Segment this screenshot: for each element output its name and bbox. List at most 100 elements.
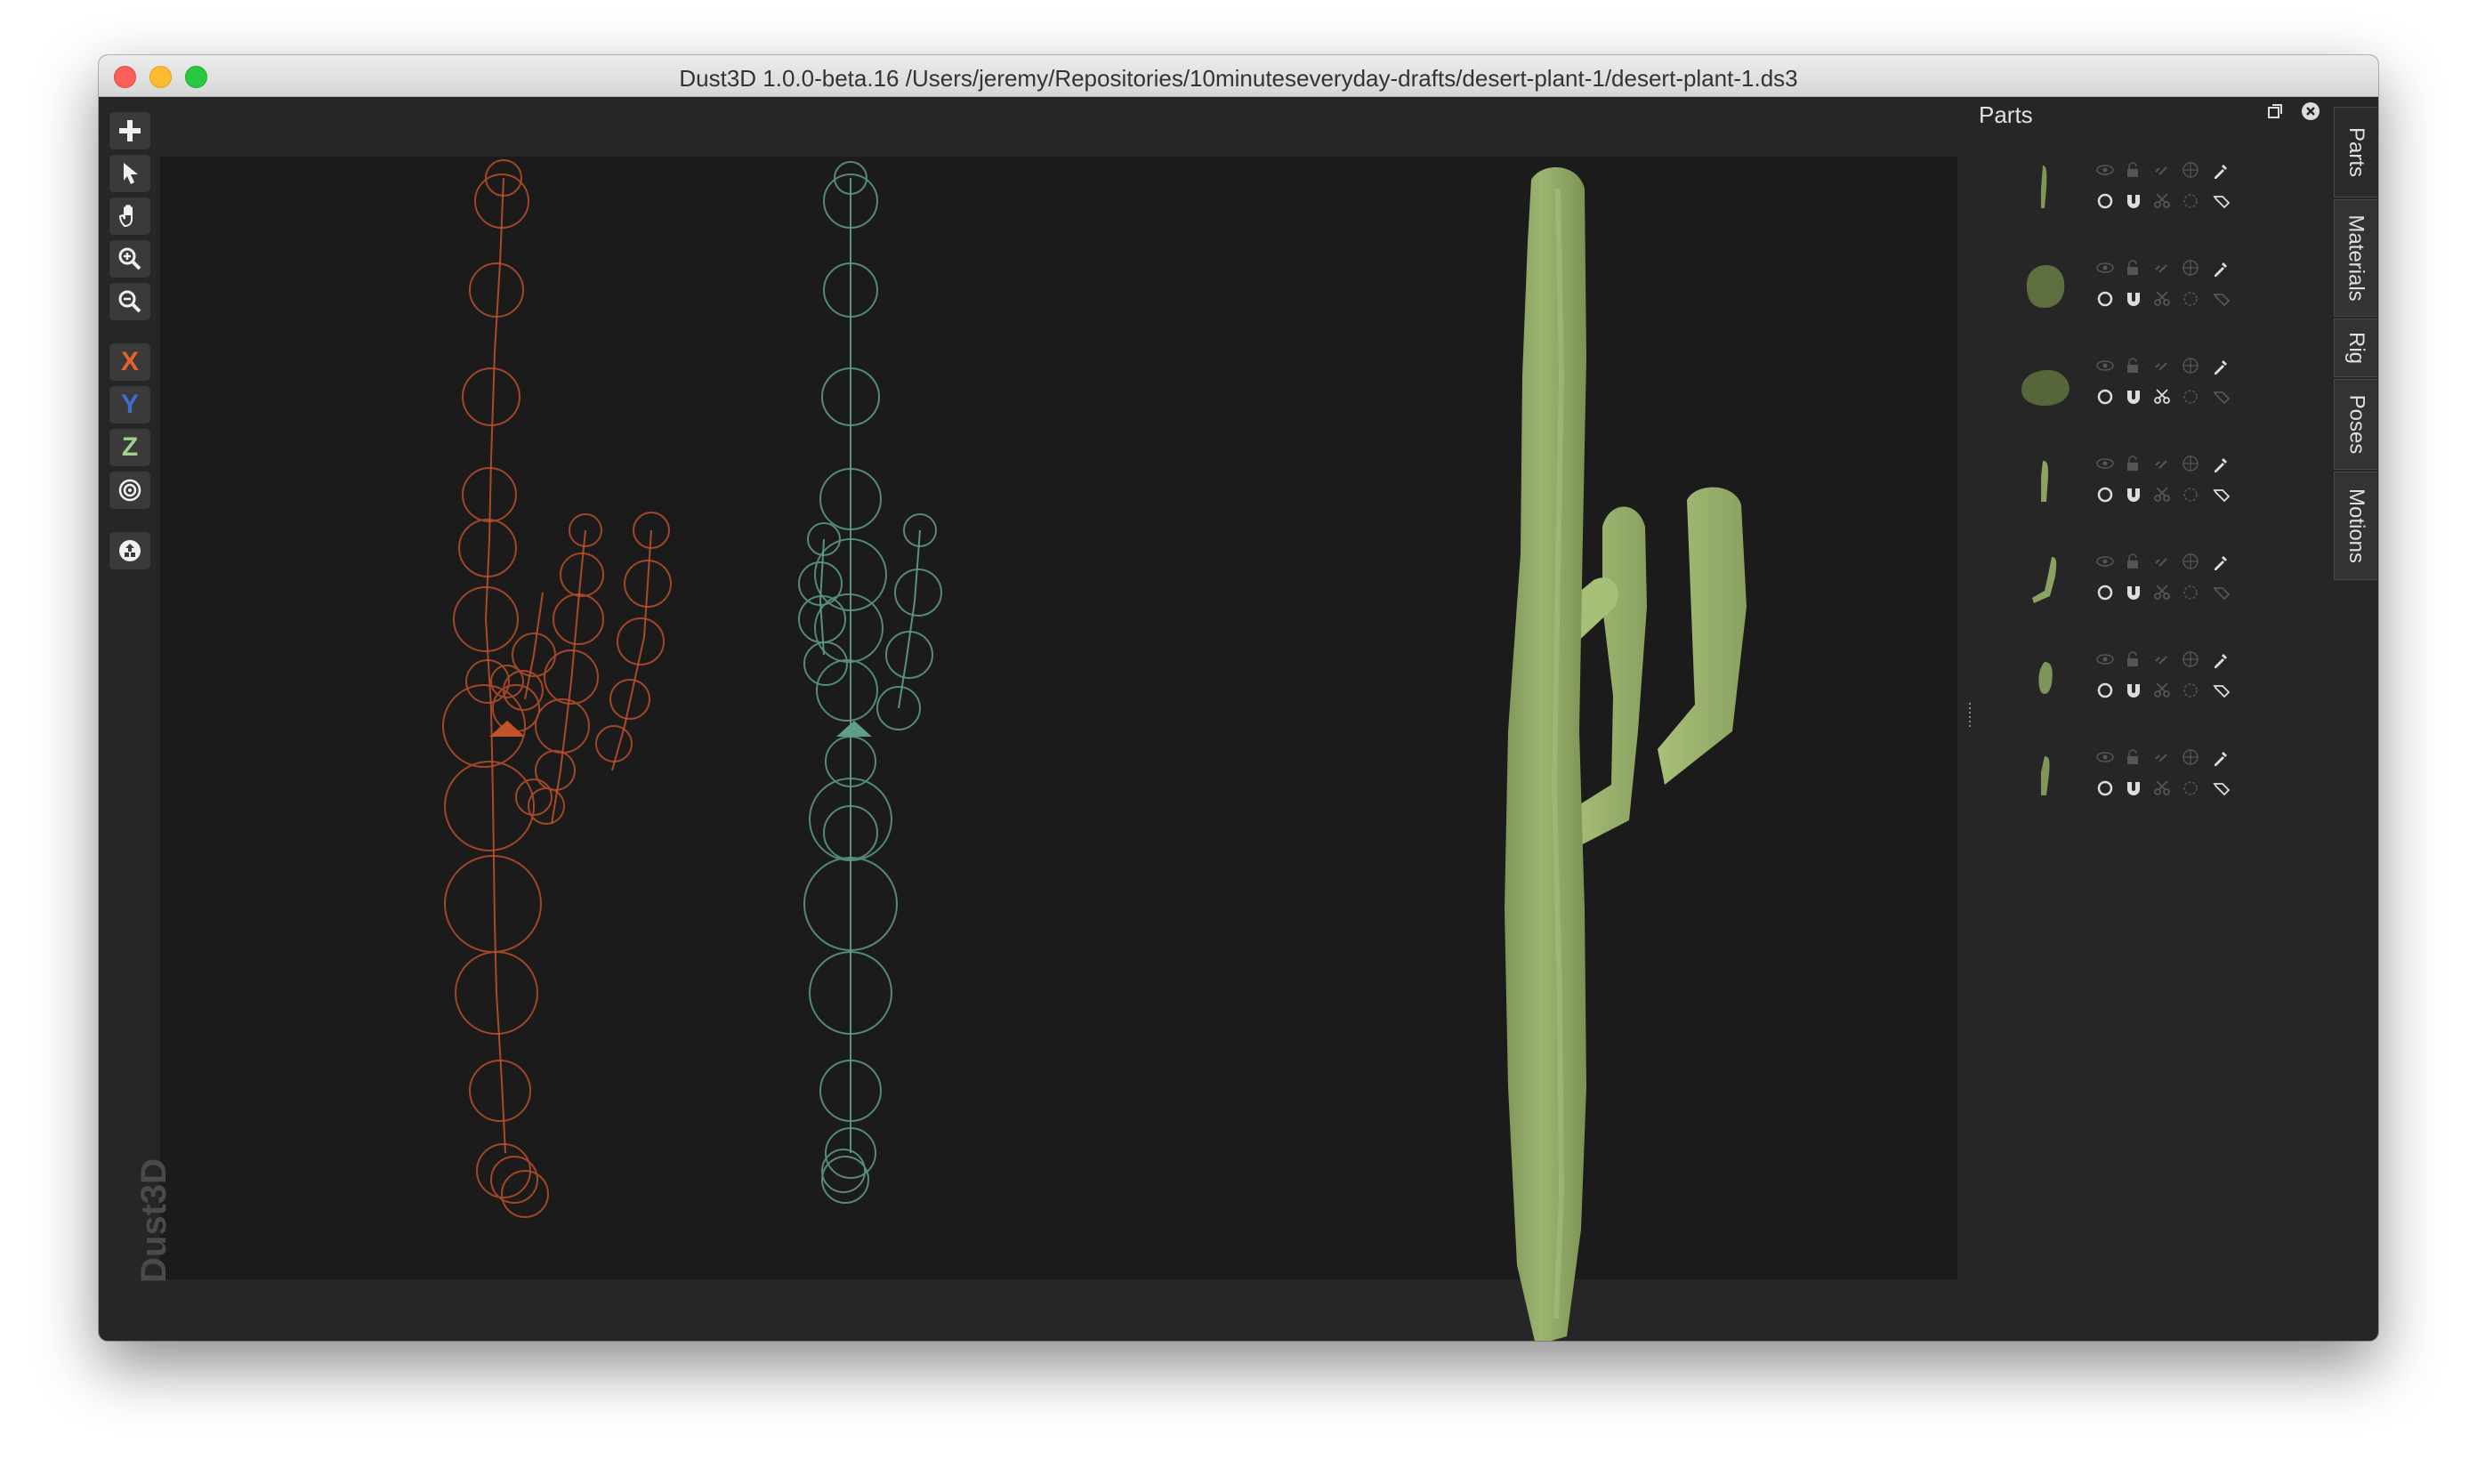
chamfer-icon[interactable] — [2212, 192, 2231, 210]
x-axis-lock-button[interactable]: X — [109, 343, 150, 381]
color-picker-icon[interactable] — [2212, 162, 2230, 180]
zoom-in-button[interactable] — [109, 240, 150, 278]
link-icon[interactable] — [2153, 162, 2169, 178]
part-row[interactable] — [1991, 642, 2378, 731]
link-icon[interactable] — [2153, 456, 2169, 472]
mesh-icon[interactable] — [2182, 651, 2199, 667]
visibility-eye-icon[interactable] — [2096, 749, 2114, 765]
panel-splitter[interactable] — [1967, 703, 1973, 730]
rotate-icon[interactable] — [2182, 388, 2199, 406]
add-node-button[interactable] — [109, 112, 150, 149]
front-node[interactable] — [803, 641, 848, 686]
link-icon[interactable] — [2153, 553, 2169, 569]
tab-motions[interactable]: Motions — [2334, 472, 2377, 580]
rotate-icon[interactable] — [2182, 486, 2199, 504]
tab-materials[interactable]: Materials — [2334, 199, 2377, 317]
visibility-eye-icon[interactable] — [2096, 358, 2114, 374]
side-view-circles[interactable] — [442, 159, 672, 1218]
part-thumbnail-flat-rock[interactable] — [2009, 349, 2080, 420]
pan-tool-button[interactable] — [109, 198, 150, 235]
restore-icon[interactable] — [2265, 101, 2285, 121]
visibility-eye-icon[interactable] — [2096, 553, 2114, 569]
tab-poses[interactable]: Poses — [2334, 379, 2377, 470]
part-row[interactable] — [1991, 251, 2378, 340]
close-icon[interactable] — [2301, 101, 2320, 121]
subdivide-circle-icon[interactable] — [2096, 779, 2114, 797]
tab-parts[interactable]: Parts — [2334, 107, 2377, 198]
rotate-icon[interactable] — [2182, 584, 2199, 601]
radius-lock-button[interactable] — [109, 472, 150, 509]
color-picker-icon[interactable] — [2212, 553, 2230, 571]
part-thumbnail-round-rock[interactable] — [2009, 251, 2080, 322]
lock-icon[interactable] — [2125, 358, 2141, 374]
scissors-icon[interactable] — [2153, 192, 2171, 210]
mesh-icon[interactable] — [2182, 553, 2199, 569]
front-node[interactable] — [894, 569, 942, 617]
mesh-icon[interactable] — [2182, 456, 2199, 472]
z-axis-lock-button[interactable]: Z — [109, 429, 150, 466]
mirror-magnet-icon[interactable] — [2125, 388, 2142, 406]
part-row[interactable] — [1991, 740, 2378, 829]
side-node[interactable] — [444, 855, 542, 953]
side-node[interactable] — [469, 1060, 531, 1122]
mesh-icon[interactable] — [2182, 749, 2199, 765]
side-origin-marker[interactable] — [489, 721, 525, 737]
mirror-magnet-icon[interactable] — [2125, 682, 2142, 699]
part-thumbnail-short-arm[interactable] — [2009, 447, 2080, 518]
side-node[interactable] — [617, 617, 665, 665]
subdivide-circle-icon[interactable] — [2096, 192, 2114, 210]
part-row[interactable] — [1991, 349, 2378, 438]
part-thumbnail-bud[interactable] — [2009, 642, 2080, 714]
zoom-out-button[interactable] — [109, 283, 150, 320]
mesh-icon[interactable] — [2182, 358, 2199, 374]
lock-icon[interactable] — [2125, 553, 2141, 569]
subdivide-circle-icon[interactable] — [2096, 388, 2114, 406]
chamfer-icon[interactable] — [2212, 779, 2231, 797]
front-view-nodes[interactable] — [819, 178, 921, 1153]
mesh-icon[interactable] — [2182, 162, 2199, 178]
part-row[interactable] — [1991, 447, 2378, 536]
scissors-icon[interactable] — [2153, 388, 2171, 406]
scissors-icon[interactable] — [2153, 779, 2171, 797]
rotate-icon[interactable] — [2182, 682, 2199, 699]
side-node[interactable] — [535, 750, 576, 791]
side-node[interactable] — [595, 725, 633, 762]
subdivide-circle-icon[interactable] — [2096, 290, 2114, 308]
chamfer-icon[interactable] — [2212, 388, 2231, 406]
color-picker-icon[interactable] — [2212, 358, 2230, 375]
color-picker-icon[interactable] — [2212, 456, 2230, 473]
part-row[interactable] — [1991, 544, 2378, 633]
chamfer-icon[interactable] — [2212, 486, 2231, 504]
scissors-icon[interactable] — [2153, 682, 2171, 699]
y-axis-lock-button[interactable]: Y — [109, 386, 150, 423]
scissors-icon[interactable] — [2153, 290, 2171, 308]
lock-icon[interactable] — [2125, 162, 2141, 178]
subdivide-circle-icon[interactable] — [2096, 584, 2114, 601]
model-preview[interactable] — [1344, 109, 1807, 1341]
side-node[interactable] — [462, 367, 520, 426]
front-origin-marker[interactable] — [836, 721, 872, 737]
link-icon[interactable] — [2153, 651, 2169, 667]
chamfer-icon[interactable] — [2212, 290, 2231, 308]
mesh-icon[interactable] — [2182, 260, 2199, 276]
part-row[interactable] — [1991, 153, 2378, 242]
lock-icon[interactable] — [2125, 749, 2141, 765]
visibility-eye-icon[interactable] — [2096, 162, 2114, 178]
visibility-eye-icon[interactable] — [2096, 456, 2114, 472]
lock-icon[interactable] — [2125, 651, 2141, 667]
regenerate-button[interactable] — [109, 532, 150, 569]
scissors-icon[interactable] — [2153, 584, 2171, 601]
front-node[interactable] — [821, 1156, 869, 1204]
scissors-icon[interactable] — [2153, 486, 2171, 504]
side-node[interactable] — [501, 1170, 549, 1218]
visibility-eye-icon[interactable] — [2096, 651, 2114, 667]
select-tool-button[interactable] — [109, 155, 150, 192]
link-icon[interactable] — [2153, 358, 2169, 374]
lock-icon[interactable] — [2125, 260, 2141, 276]
link-icon[interactable] — [2153, 260, 2169, 276]
chamfer-icon[interactable] — [2212, 682, 2231, 699]
part-thumbnail-thin-stem[interactable] — [2009, 153, 2080, 224]
color-picker-icon[interactable] — [2212, 749, 2230, 767]
front-view-circles[interactable] — [798, 161, 942, 1204]
mirror-magnet-icon[interactable] — [2125, 779, 2142, 797]
